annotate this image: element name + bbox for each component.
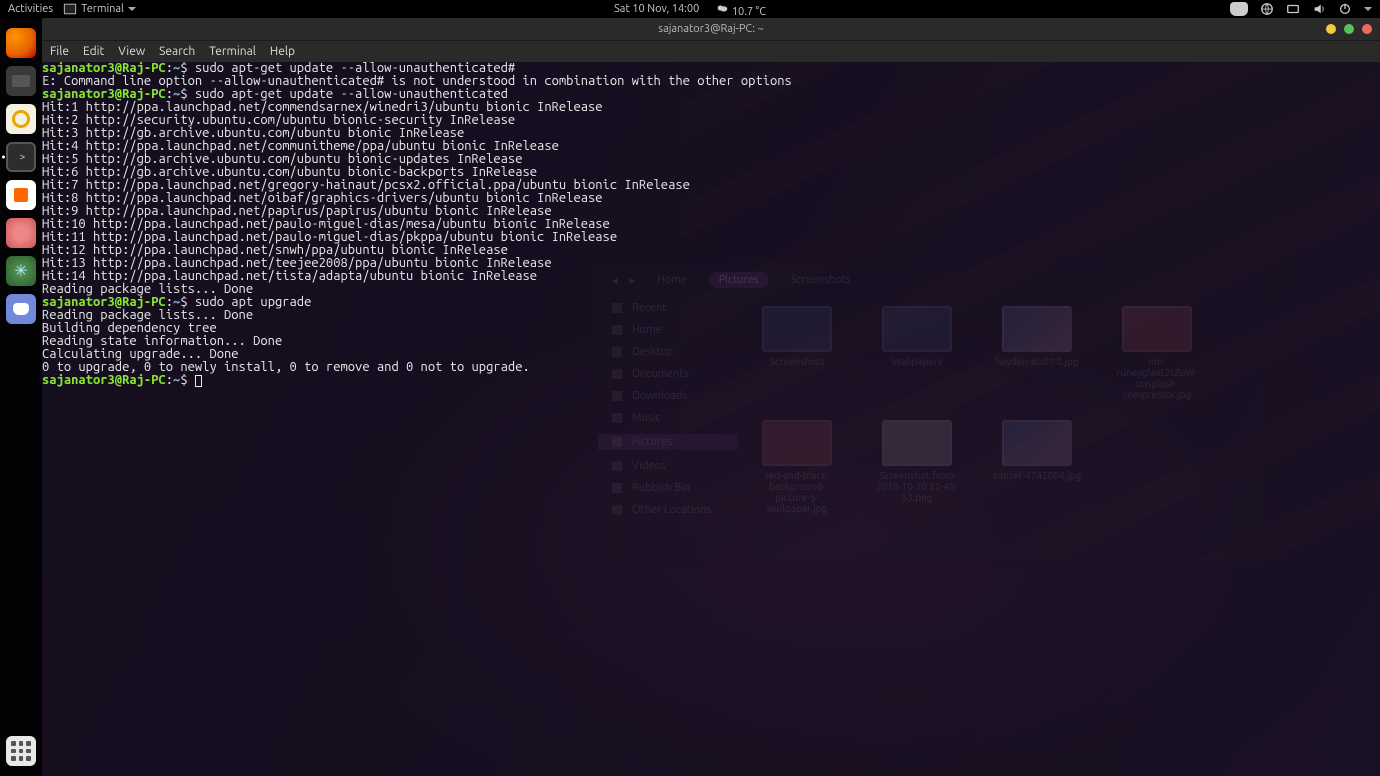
- titlebar[interactable]: sajanator3@Raj-PC: ~: [42, 18, 1380, 40]
- top-panel: Activities Terminal Sat 10 Nov, 14:00 10…: [0, 0, 1380, 18]
- terminal-output-line: Reading package lists... Done: [42, 309, 1380, 322]
- dock-software[interactable]: [6, 180, 36, 210]
- chevron-down-icon: [128, 7, 136, 11]
- dock-files[interactable]: [6, 66, 36, 96]
- dock: [0, 18, 42, 776]
- terminal-output-line: Reading state information... Done: [42, 335, 1380, 348]
- terminal-output[interactable]: sajanator3@Raj-PC:~$ sudo apt-get update…: [42, 62, 1380, 776]
- terminal-window: sajanator3@Raj-PC: ~ File Edit View Search T…: [42, 18, 1380, 776]
- menu-search[interactable]: Search: [159, 45, 195, 58]
- menu-terminal[interactable]: Terminal: [209, 45, 256, 58]
- dock-firefox[interactable]: [6, 28, 36, 58]
- window-minimize-button[interactable]: [1326, 24, 1336, 34]
- show-applications-button[interactable]: [6, 736, 36, 766]
- menu-file[interactable]: File: [50, 45, 69, 58]
- discord-tray-icon[interactable]: [1230, 2, 1248, 16]
- dock-discord[interactable]: [6, 294, 36, 324]
- window-title: sajanator3@Raj-PC: ~: [658, 23, 763, 35]
- dock-atom[interactable]: [6, 256, 36, 286]
- clock[interactable]: Sat 10 Nov, 14:00: [614, 3, 699, 15]
- menubar: File Edit View Search Terminal Help: [42, 40, 1380, 62]
- system-menu-chevron-icon[interactable]: [1364, 7, 1372, 11]
- terminal-prompt-line: sajanator3@Raj-PC:~$: [42, 374, 1380, 387]
- terminal-panel-icon: [63, 2, 77, 16]
- dock-rhythmbox[interactable]: [6, 104, 36, 134]
- window-close-button[interactable]: [1362, 24, 1372, 34]
- menu-edit[interactable]: Edit: [83, 45, 104, 58]
- app-menu-label: Terminal: [81, 3, 124, 15]
- menu-help[interactable]: Help: [270, 45, 295, 58]
- activities-button[interactable]: Activities: [8, 3, 53, 15]
- network-icon[interactable]: [1286, 2, 1300, 16]
- app-menu[interactable]: Terminal: [63, 2, 136, 16]
- weather-text: 10.7 °C: [732, 6, 766, 18]
- weather-icon: [715, 1, 729, 15]
- input-source-icon[interactable]: [1260, 2, 1274, 16]
- terminal-output-line: 0 to upgrade, 0 to newly install, 0 to r…: [42, 361, 1380, 374]
- dock-terminal[interactable]: [6, 142, 36, 172]
- dock-updater[interactable]: [6, 218, 36, 248]
- power-icon[interactable]: [1338, 2, 1352, 16]
- window-maximize-button[interactable]: [1344, 24, 1354, 34]
- volume-icon[interactable]: [1312, 2, 1326, 16]
- menu-view[interactable]: View: [118, 45, 145, 58]
- weather-indicator[interactable]: 10.7 °C: [715, 1, 766, 18]
